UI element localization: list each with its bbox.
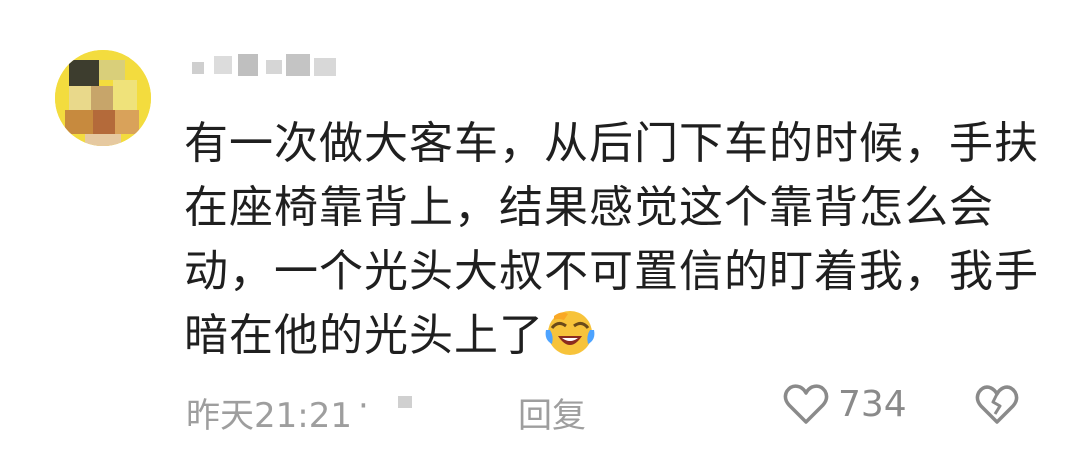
username-blurred[interactable]: [186, 50, 346, 84]
like-button[interactable]: 734: [782, 382, 907, 426]
comment-timestamp: 昨天21:21: [186, 396, 352, 436]
heart-outline-icon: [783, 384, 829, 424]
dislike-button[interactable]: [974, 384, 1020, 435]
comment-text: 有一次做大客车，从后门下车的时候，手扶在座椅靠背上，结果感觉这个靠背怎么会动，一…: [184, 118, 1039, 361]
like-count: 734: [838, 383, 907, 425]
comment-footer: 昨天21:21 · 回复 734: [186, 384, 1046, 436]
comment-text-block: 有一次做大客车，从后门下车的时候，手扶在座椅靠背上，结果感觉这个靠背怎么会动，一…: [184, 112, 1044, 368]
location-blurred: [398, 396, 412, 408]
separator-dot: ·: [358, 386, 369, 426]
avatar[interactable]: [55, 50, 151, 146]
broken-heart-icon: [975, 385, 1019, 424]
laughing-crying-emoji-icon: [544, 306, 596, 358]
reply-button[interactable]: 回复: [518, 388, 586, 437]
